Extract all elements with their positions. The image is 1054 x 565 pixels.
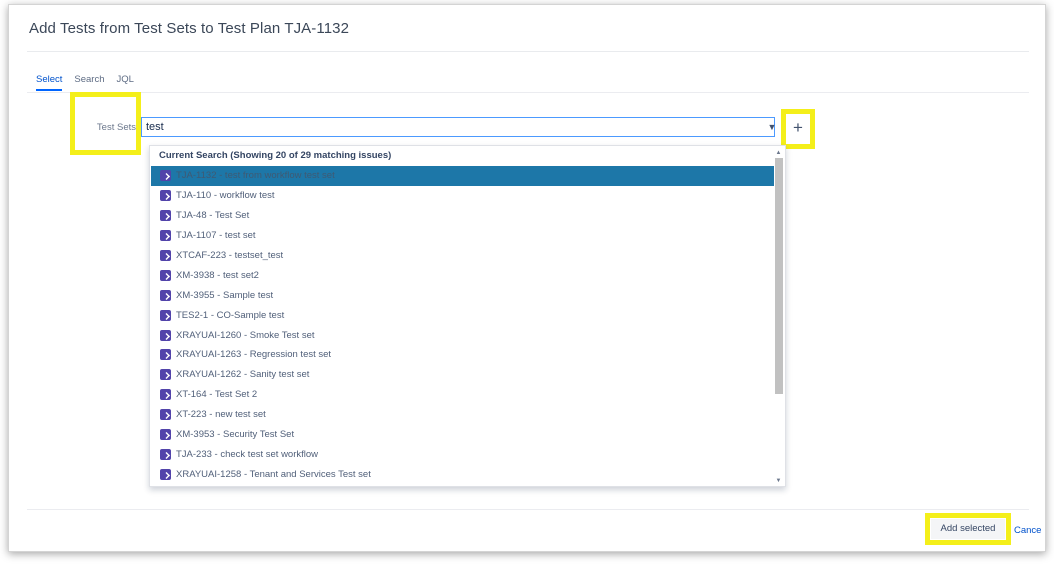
result-item-label: XRAYUAI-1263 - Regression test set xyxy=(176,349,332,361)
test-set-issue-icon xyxy=(160,429,171,441)
result-item[interactable]: XT-223 - new test set xyxy=(151,405,774,425)
title-divider xyxy=(27,51,1029,52)
result-item[interactable]: XM-3955 - Sample test xyxy=(151,285,774,305)
test-set-issue-icon xyxy=(160,468,171,480)
test-set-issue-icon xyxy=(160,349,171,361)
test-set-issue-icon xyxy=(160,309,171,321)
add-selected-button[interactable]: Add selected xyxy=(931,519,1005,539)
result-item-label: XTCAF-223 - testset_test xyxy=(176,250,284,261)
result-item-label: TJA-233 - check test set workflow xyxy=(176,448,319,460)
cancel-link[interactable]: Cance xyxy=(1014,525,1041,536)
result-item-label: XT-223 - new test set xyxy=(176,409,266,421)
test-set-issue-icon xyxy=(160,448,171,460)
footer-divider xyxy=(27,509,1029,510)
test-set-issue-icon xyxy=(160,190,171,202)
result-item[interactable]: XM-3953 - Security Test Set xyxy=(151,425,774,445)
results-header: Current Search (Showing 20 of 29 matchin… xyxy=(159,150,392,161)
result-item[interactable]: TJA-48 - Test Set xyxy=(151,206,774,226)
result-item-label: XM-3953 - Security Test Set xyxy=(176,429,295,441)
test-set-issue-icon xyxy=(160,289,171,301)
scroll-down-arrow-icon[interactable]: ▼ xyxy=(774,477,783,485)
result-item-label: XRAYUAI-1262 - Sanity test set xyxy=(176,369,310,381)
result-item-label: XM-3955 - Sample test xyxy=(176,289,274,301)
result-item[interactable]: TJA-110 - workflow test xyxy=(151,186,774,206)
dialog-title: Add Tests from Test Sets to Test Plan TJ… xyxy=(29,20,350,37)
test-set-issue-icon xyxy=(160,170,171,182)
test-set-issue-icon xyxy=(160,230,171,242)
result-item-label: TJA-110 - workflow test xyxy=(176,190,275,202)
test-set-issue-icon xyxy=(160,389,171,401)
tab-search[interactable]: Search xyxy=(74,73,104,91)
result-item-label: TJA-48 - Test Set xyxy=(176,210,250,222)
tab-select[interactable]: Select xyxy=(36,73,63,91)
result-item-label: XM-3938 - test set2 xyxy=(176,269,259,281)
results-scrollbar[interactable]: ▲ ▼ xyxy=(774,149,783,485)
tabs-divider xyxy=(27,92,1029,93)
result-item[interactable]: XT-164 - Test Set 2 xyxy=(151,385,774,405)
test-sets-label: Test Sets xyxy=(96,122,136,133)
result-item-label: TES2-1 - CO-Sample test xyxy=(176,309,285,321)
tab-jql[interactable]: JQL xyxy=(117,73,134,91)
tab-bar: Select Search JQL xyxy=(36,73,146,91)
test-set-issue-icon xyxy=(160,409,171,421)
result-item[interactable]: TJA-1132 - test from workflow test set xyxy=(151,166,774,186)
scroll-up-arrow-icon[interactable]: ▲ xyxy=(774,149,783,157)
result-item[interactable]: XRAYUAI-1263 - Regression test set xyxy=(151,345,774,365)
result-item-label: TJA-1107 - test set xyxy=(176,230,256,242)
result-item[interactable]: XTCAF-223 - testset_test xyxy=(151,246,774,266)
result-item-label: XRAYUAI-1260 - Smoke Test set xyxy=(176,329,315,341)
result-item[interactable]: XRAYUAI-1260 - Smoke Test set xyxy=(151,325,774,345)
chevron-down-icon[interactable]: ▼ xyxy=(766,118,778,136)
test-set-issue-icon xyxy=(160,369,171,381)
result-item[interactable]: TES2-1 - CO-Sample test xyxy=(151,305,774,325)
scroll-thumb[interactable] xyxy=(775,158,783,394)
plus-icon[interactable]: + xyxy=(789,119,807,139)
result-item[interactable]: TJA-233 - check test set workflow xyxy=(151,444,774,464)
test-sets-search-input[interactable] xyxy=(141,117,775,137)
result-item[interactable]: XRAYUAI-1262 - Sanity test set xyxy=(151,365,774,385)
add-tests-dialog: Add Tests from Test Sets to Test Plan TJ… xyxy=(8,4,1046,552)
result-item-label: TJA-1132 - test from workflow test set xyxy=(176,170,335,182)
result-item[interactable]: TJA-1107 - test set xyxy=(151,226,774,246)
test-set-issue-icon xyxy=(160,329,171,341)
search-results-dropdown: Current Search (Showing 20 of 29 matchin… xyxy=(149,145,786,487)
result-item[interactable]: XRAYUAI-1258 - Tenant and Services Test … xyxy=(151,464,774,484)
test-set-issue-icon xyxy=(160,269,171,281)
test-set-issue-icon xyxy=(160,250,171,261)
result-item[interactable]: XM-3938 - test set2 xyxy=(151,265,774,285)
test-set-issue-icon xyxy=(160,210,171,222)
results-list: TJA-1132 - test from workflow test set TJ… xyxy=(151,166,774,484)
result-item-label: XRAYUAI-1258 - Tenant and Services Test … xyxy=(176,468,371,480)
result-item-label: XT-164 - Test Set 2 xyxy=(176,389,258,401)
